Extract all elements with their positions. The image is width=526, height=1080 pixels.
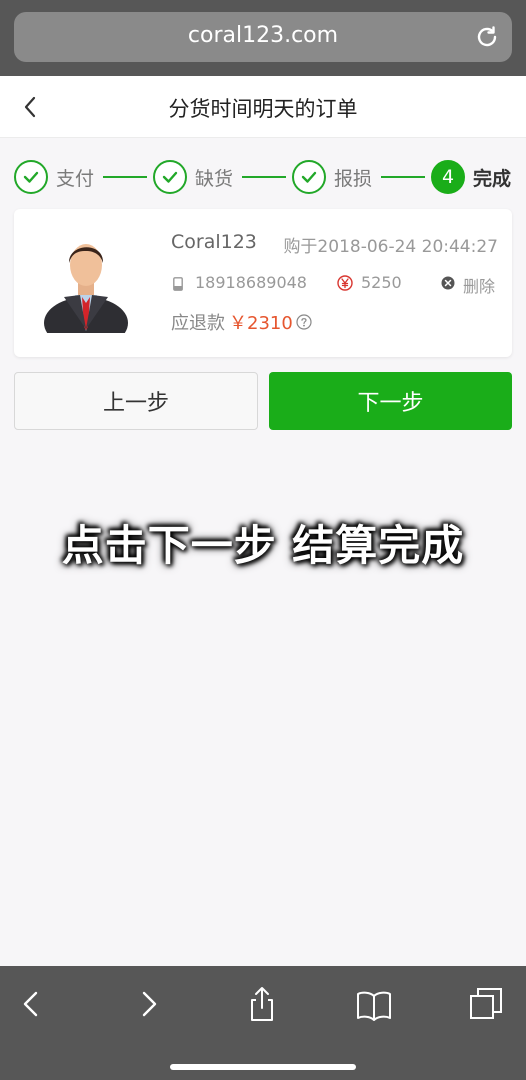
delete-button[interactable]: 删除 <box>463 273 495 297</box>
share-icon[interactable] <box>244 986 280 1022</box>
check-icon <box>153 160 187 194</box>
order-amount: 5250 <box>361 273 402 292</box>
avatar <box>44 244 128 333</box>
step-label: 支付 <box>56 167 95 190</box>
refund-amount: ￥2310 <box>229 313 293 334</box>
prev-step-button[interactable]: 上一步 <box>14 372 258 430</box>
page-title: 分货时间明天的订单 <box>168 97 358 121</box>
refund-row: 应退款 ￥2310 <box>171 310 312 334</box>
step-label: 完成 <box>473 167 512 190</box>
url-bar[interactable]: coral123.com <box>14 12 512 62</box>
step-label: 报损 <box>334 167 373 190</box>
step-connector <box>242 176 286 178</box>
phone-number[interactable]: 18918689048 <box>195 273 307 292</box>
forward-arrow-icon[interactable] <box>130 986 166 1022</box>
purchase-time: 购于2018-06-24 20:44:27 <box>283 237 498 257</box>
reload-icon[interactable] <box>474 24 500 50</box>
page-header: 分货时间明天的订单 <box>0 76 526 138</box>
url-text: coral123.com <box>187 23 339 48</box>
question-icon[interactable] <box>296 314 312 330</box>
step-progress: 支付 缺货 报损 4 完成 <box>0 150 526 206</box>
step-connector <box>103 176 147 178</box>
check-icon <box>14 160 48 194</box>
step-pay: 支付 <box>14 159 94 195</box>
step-label: 缺货 <box>195 167 234 190</box>
bookmarks-icon[interactable] <box>356 986 392 1022</box>
step-complete: 4 完成 <box>431 159 511 195</box>
tabs-icon[interactable] <box>468 986 504 1022</box>
back-arrow-icon[interactable] <box>14 986 50 1022</box>
close-circle-icon[interactable] <box>441 276 455 290</box>
order-info-row: 18918689048 5250 删除 <box>171 273 501 297</box>
yen-icon <box>337 275 353 291</box>
browser-toolbar <box>0 966 526 1080</box>
home-indicator <box>170 1064 356 1070</box>
step-number: 4 <box>431 160 465 194</box>
check-icon <box>292 160 326 194</box>
user-name: Coral123 <box>171 231 257 253</box>
phone-icon <box>173 277 183 291</box>
step-damage-report: 报损 <box>292 159 372 195</box>
caption-overlay: 点击下一步 结算完成 <box>61 521 465 570</box>
order-card[interactable]: Coral123 购于2018-06-24 20:44:27 189186890… <box>14 209 512 357</box>
refund-label: 应退款 <box>171 313 225 334</box>
step-connector <box>381 176 425 178</box>
next-step-button[interactable]: 下一步 <box>269 372 512 430</box>
browser-top-bar: coral123.com <box>0 0 526 76</box>
step-shortage: 缺货 <box>153 159 233 195</box>
